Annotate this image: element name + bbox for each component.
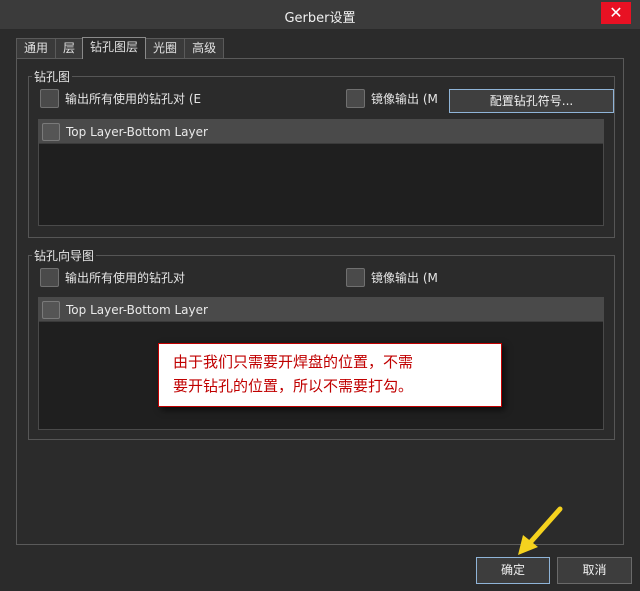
layer-pair-checkbox[interactable] xyxy=(42,300,60,319)
list-item[interactable]: Top Layer-Bottom Layer xyxy=(39,298,603,322)
drill-guide-mirror-checkbox[interactable]: 镜像输出 (M xyxy=(346,268,438,287)
checkbox-box[interactable] xyxy=(346,89,365,108)
drill-guide-legend: 钻孔向导图 xyxy=(32,247,97,264)
ok-button[interactable]: 确定 xyxy=(476,557,550,584)
checkbox-box[interactable] xyxy=(346,268,365,287)
list-item[interactable]: Top Layer-Bottom Layer xyxy=(39,120,603,144)
tab-panel: 钻孔图 输出所有使用的钻孔对 (E 镜像输出 (M 配置钻孔符号... Top … xyxy=(16,58,624,545)
tab-apertures[interactable]: 光圈 xyxy=(145,38,186,58)
drill-drawing-layer-pair-list: Top Layer-Bottom Layer xyxy=(38,119,604,226)
layer-pair-checkbox[interactable] xyxy=(42,122,60,141)
layer-pair-label: Top Layer-Bottom Layer xyxy=(66,302,208,317)
tab-drill-drawing[interactable]: 钻孔图层 xyxy=(82,37,147,59)
tab-general[interactable]: 通用 xyxy=(16,38,57,58)
drill-drawing-output-all-label: 输出所有使用的钻孔对 (E xyxy=(65,92,202,106)
annotation-line-2: 要开钻孔的位置，所以不需要打勾。 xyxy=(173,377,414,395)
drill-drawing-group: 钻孔图 输出所有使用的钻孔对 (E 镜像输出 (M 配置钻孔符号... Top … xyxy=(28,68,615,238)
drill-guide-output-all-label: 输出所有使用的钻孔对 xyxy=(65,271,186,285)
drill-drawing-mirror-checkbox[interactable]: 镜像输出 (M xyxy=(346,89,438,108)
configure-drill-symbols-button[interactable]: 配置钻孔符号... xyxy=(449,89,614,113)
window-title: Gerber设置 xyxy=(284,11,356,26)
close-button[interactable]: ✕ xyxy=(601,2,631,24)
drill-guide-output-all-checkbox[interactable]: 输出所有使用的钻孔对 xyxy=(40,268,185,287)
close-icon: ✕ xyxy=(609,3,623,22)
drill-drawing-output-all-checkbox[interactable]: 输出所有使用的钻孔对 (E xyxy=(40,89,201,108)
tab-bar: 通用 层 钻孔图层 光圈 高级 xyxy=(16,37,225,59)
layer-pair-label: Top Layer-Bottom Layer xyxy=(66,124,208,139)
annotation-line-1: 由于我们只需要开焊盘的位置，不需 xyxy=(173,353,414,371)
drill-drawing-mirror-label: 镜像输出 (M xyxy=(371,92,438,106)
tab-layers[interactable]: 层 xyxy=(55,38,84,58)
title-bar: Gerber设置 ✕ xyxy=(0,0,640,30)
drill-drawing-legend: 钻孔图 xyxy=(32,68,73,85)
annotation-arrow-icon xyxy=(518,506,563,555)
checkbox-box[interactable] xyxy=(40,89,59,108)
drill-guide-mirror-label: 镜像输出 (M xyxy=(371,271,438,285)
cancel-button[interactable]: 取消 xyxy=(557,557,632,584)
annotation-callout: 由于我们只需要开焊盘的位置，不需 要开钻孔的位置，所以不需要打勾。 xyxy=(158,343,502,407)
tab-advanced[interactable]: 高级 xyxy=(184,38,225,58)
checkbox-box[interactable] xyxy=(40,268,59,287)
